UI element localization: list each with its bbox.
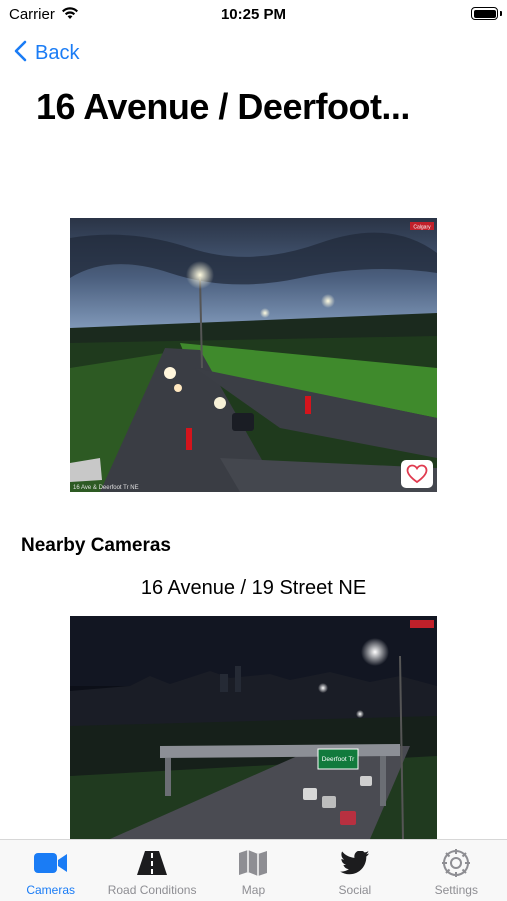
nearby-camera-image[interactable]: Deerfoot Tr — [70, 616, 437, 839]
nearby-camera-title[interactable]: 16 Avenue / 19 Street NE — [0, 577, 507, 600]
main-camera-image[interactable]: Calgary 16 Ave & Deerfoot Tr NE — [70, 218, 437, 492]
highway-sign: Deerfoot Tr — [322, 756, 355, 763]
tab-label: Settings — [434, 883, 478, 897]
tab-road-conditions[interactable]: Road Conditions — [101, 840, 202, 901]
back-button[interactable]: Back — [14, 38, 79, 68]
tab-settings[interactable]: Settings — [406, 840, 507, 901]
tab-label: Map — [241, 883, 266, 897]
tab-label: Cameras — [26, 883, 76, 897]
heart-icon — [406, 464, 428, 484]
tab-social[interactable]: Social — [304, 840, 405, 901]
clock: 10:25 PM — [220, 6, 287, 23]
twitter-bird-icon — [304, 847, 405, 879]
tab-map[interactable]: Map — [203, 840, 304, 901]
road-icon — [101, 847, 202, 879]
gear-icon — [406, 847, 507, 879]
tab-label: Social — [338, 883, 372, 897]
battery-icon — [471, 7, 498, 20]
camera-watermark: Calgary — [413, 225, 431, 231]
tab-bar: Cameras Road Conditions Map Social Setti… — [0, 839, 507, 901]
back-label: Back — [35, 41, 80, 64]
page-title: 16 Avenue / Deerfoot... — [36, 86, 410, 127]
tab-cameras[interactable]: Cameras — [0, 840, 101, 901]
favorite-button[interactable] — [401, 460, 433, 488]
chevron-left-icon — [14, 40, 27, 67]
status-bar: Carrier 10:25 PM — [0, 0, 507, 28]
tab-label: Road Conditions — [107, 883, 197, 897]
map-icon — [203, 847, 304, 879]
video-camera-icon — [0, 847, 101, 879]
battery-tip — [500, 11, 502, 16]
camera-caption: 16 Ave & Deerfoot Tr NE — [73, 485, 139, 491]
nearby-cameras-heading: Nearby Cameras — [21, 535, 171, 556]
